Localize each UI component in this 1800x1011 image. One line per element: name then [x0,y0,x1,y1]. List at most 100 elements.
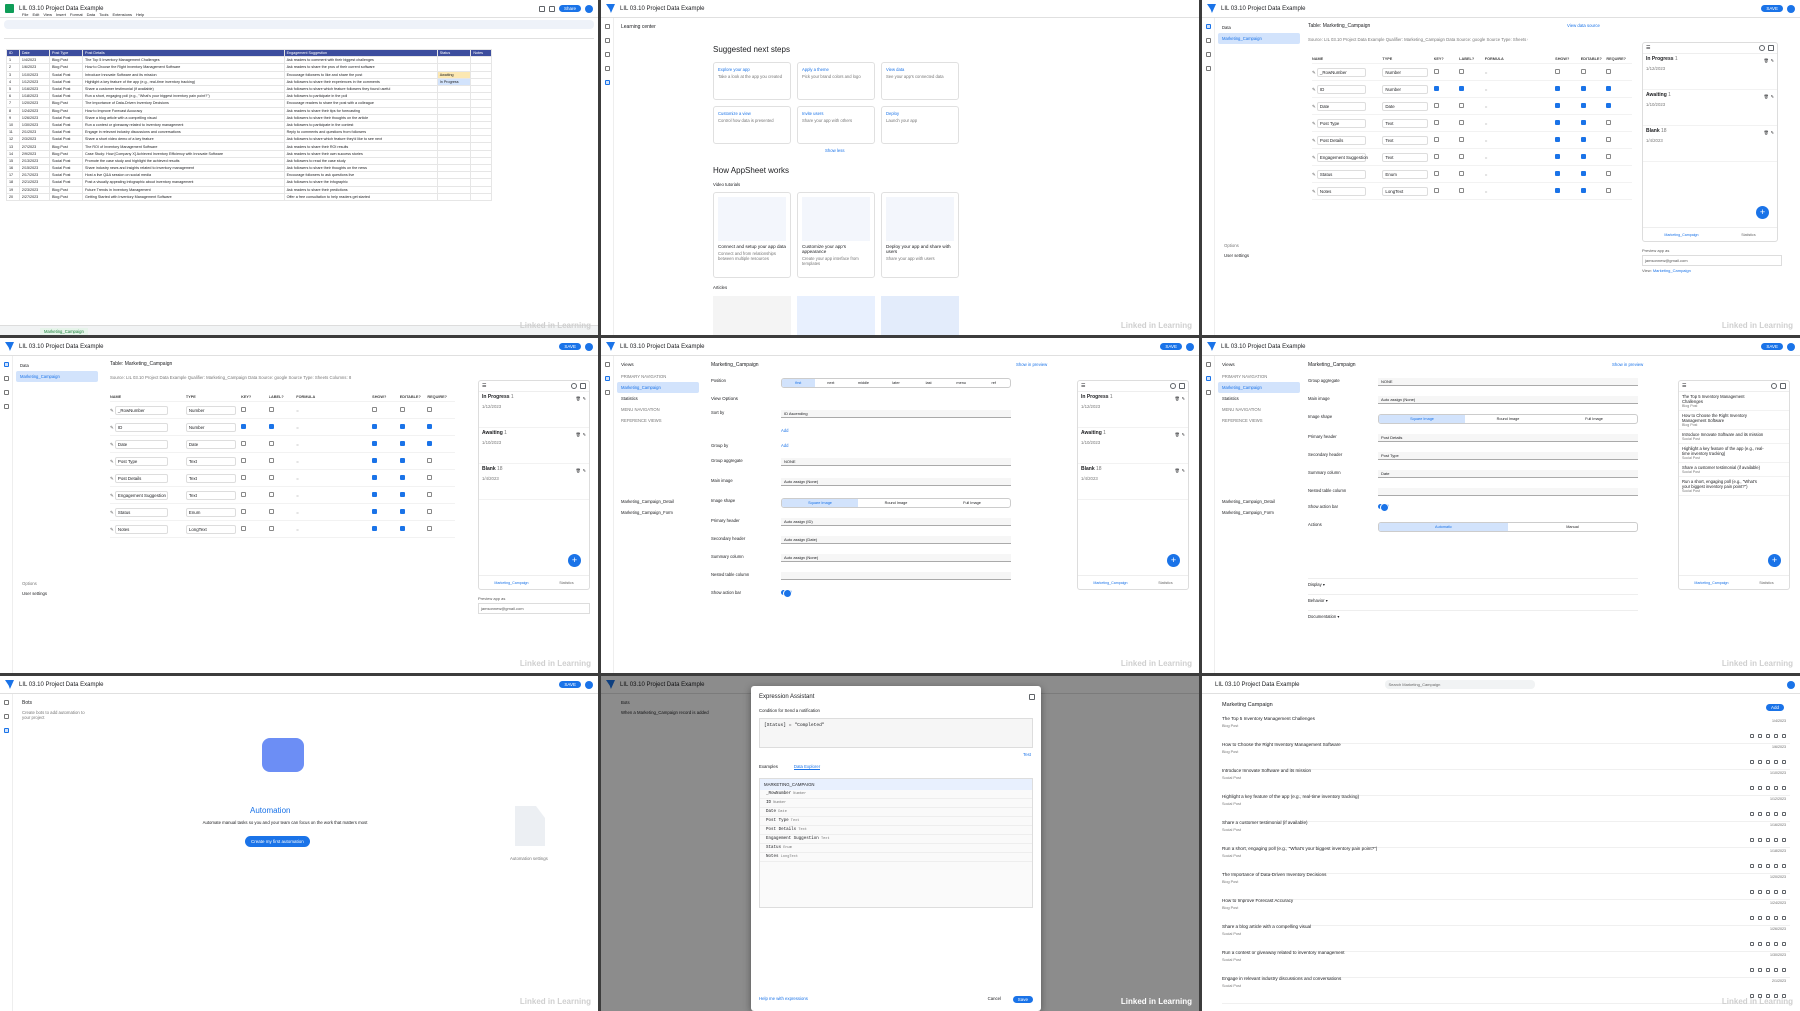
table-row[interactable]: 12 2/3/2023 Social Post Share a short video… [6,135,492,144]
share-icon[interactable] [1782,864,1786,868]
type-select[interactable]: Enum [185,507,236,517]
edit-icon[interactable]: ✎ [1771,130,1774,135]
preview-email[interactable]: jamsonnew@gmail.com [478,603,590,614]
column-name-input[interactable]: Post Type [1316,118,1367,128]
column-type[interactable]: Text [1382,152,1433,162]
formula-cell[interactable]: = [296,493,372,498]
action-bar-toggle[interactable] [1378,503,1389,512]
column-row[interactable]: ✎ _RowNumber Number = [110,402,455,419]
table-row[interactable]: 9 1/26/2023 Social Post Share a blog articl… [6,113,492,122]
table-cell[interactable]: 9 [6,113,20,122]
table-cell[interactable]: Awaiting [436,70,472,79]
column-row[interactable]: ✎ Date Date = [1312,98,1632,115]
search-icon[interactable] [1759,45,1765,51]
group-row[interactable]: In Progress 1 1/12/2023 🗑 ✎ [479,392,589,428]
sheet-tab-marketing[interactable]: Marketing_Campaign [40,328,88,335]
key-checkbox[interactable] [241,509,247,514]
table-cell[interactable]: Ask followers to participate in the poll [283,92,438,101]
table-cell[interactable] [470,185,492,194]
require-checkbox[interactable] [427,441,433,446]
group-row[interactable]: Blank 18 1/4/2023 🗑 ✎ [479,464,589,500]
edit-icon[interactable] [1758,760,1762,764]
table-cell[interactable]: Ask readers to share their ROI results [283,142,438,151]
show-in-preview[interactable]: Show in preview [1016,362,1047,367]
key-checkbox[interactable] [1433,120,1439,125]
search-icon[interactable] [571,383,577,389]
group-row[interactable]: Blank 18 1/4/2023 🗑 ✎ [1078,464,1188,500]
table-cell[interactable] [436,113,472,122]
system-view-item[interactable]: Marketing_Campaign_Detail [617,496,699,507]
table-cell[interactable]: 2/27/2023 [18,192,50,201]
data-icon[interactable] [3,700,9,705]
column-header[interactable]: Date [18,48,50,58]
segment-option[interactable]: Round Image [1465,415,1551,423]
delete-icon[interactable]: 🗑 [1764,58,1769,63]
table-row[interactable]: 14 2/9/2023 Blog Post Case Study: How [Comp… [6,149,492,158]
type-select[interactable]: Number [185,422,236,432]
search-icon[interactable] [1170,383,1176,389]
column-name-input[interactable]: ID [1316,84,1367,94]
table-cell[interactable] [470,113,492,122]
table-cell[interactable] [436,149,472,158]
label-checkbox[interactable] [1459,154,1465,159]
key-checkbox[interactable] [1433,103,1439,108]
table-cell[interactable]: Social Post [48,70,84,79]
column-type[interactable]: Text [1382,135,1433,145]
table-row[interactable]: 2 1/6/2023 Blog Post How to Choose the Righ… [6,63,492,72]
require-checkbox[interactable] [1606,154,1612,159]
label-checkbox[interactable] [268,424,274,429]
table-cell[interactable]: Blog Post [48,99,84,108]
table-cell[interactable] [470,156,492,166]
table-cell[interactable] [470,192,492,201]
key-checkbox[interactable] [1433,188,1439,193]
table-cell[interactable]: Host a live Q&A session on social media [82,171,285,180]
list-item[interactable]: The Importance of Data-Driven Inventory … [1222,872,1790,900]
table-cell[interactable]: 2/15/2023 [18,163,50,173]
type-select[interactable]: Text [185,456,236,466]
label-checkbox[interactable] [268,407,274,412]
table-cell[interactable]: Introduce Innovate Software and its miss… [82,70,285,79]
edit-icon[interactable] [1758,942,1762,946]
edit-icon[interactable] [1758,838,1762,842]
table-cell[interactable]: Ask followers to share their thoughts on… [283,113,438,122]
table-cell[interactable]: 16 [6,163,20,173]
link-icon[interactable] [1774,968,1778,972]
edit-icon[interactable]: ✎ [583,432,586,437]
sort-by-select[interactable]: ID Ascending [781,410,1011,418]
suggestion-card[interactable]: Apply a theme Pick your brand colors and … [797,62,875,100]
nav-item[interactable]: Statistics [1218,393,1300,404]
editable-checkbox[interactable] [399,458,405,463]
table-cell[interactable]: 14 [6,149,20,158]
column-header[interactable]: Post Type [48,48,84,58]
table-cell[interactable] [470,120,492,130]
field-item[interactable]: Status Enum [760,844,1032,853]
table-cell[interactable] [436,99,472,108]
table-cell[interactable]: Blog Post [48,149,84,158]
table-cell[interactable] [470,142,492,151]
column-name-input[interactable]: Engagement Suggestion [114,490,169,500]
column-type[interactable]: Date [1382,101,1433,111]
link-icon[interactable] [1774,916,1778,920]
column-type[interactable]: Text [185,490,241,500]
formula-cell[interactable]: = [296,527,372,532]
table-cell[interactable]: Future Trends in Inventory Management [82,185,285,194]
key-checkbox[interactable] [241,475,247,480]
key-checkbox[interactable] [1433,154,1439,159]
key-checkbox[interactable] [1433,137,1439,142]
column-name[interactable]: ✎ _RowNumber [1312,67,1382,77]
type-select[interactable]: Text [185,473,236,483]
table-cell[interactable]: 20 [6,192,20,201]
segment-option[interactable]: middle [847,379,880,387]
table-cell[interactable]: 1/6/2023 [18,63,50,72]
column-name[interactable]: ✎ Post Details [110,473,186,483]
list-item[interactable]: The Top 5 Inventory Management Challenge… [1222,716,1790,744]
type-select[interactable]: Number [1382,84,1429,94]
table-row[interactable]: 13 2/7/2023 Blog Post The ROI of Inventory … [6,142,492,151]
table-cell[interactable]: Encourage followers to like and share th… [283,70,438,79]
delete-icon[interactable] [1750,760,1754,764]
label-checkbox[interactable] [268,475,274,480]
views-icon[interactable] [3,714,9,719]
segment-option[interactable]: Automatic [1379,523,1508,531]
column-name[interactable]: ✎ Post Type [110,456,186,466]
column-row[interactable]: ✎ Status Enum = [1312,166,1632,183]
